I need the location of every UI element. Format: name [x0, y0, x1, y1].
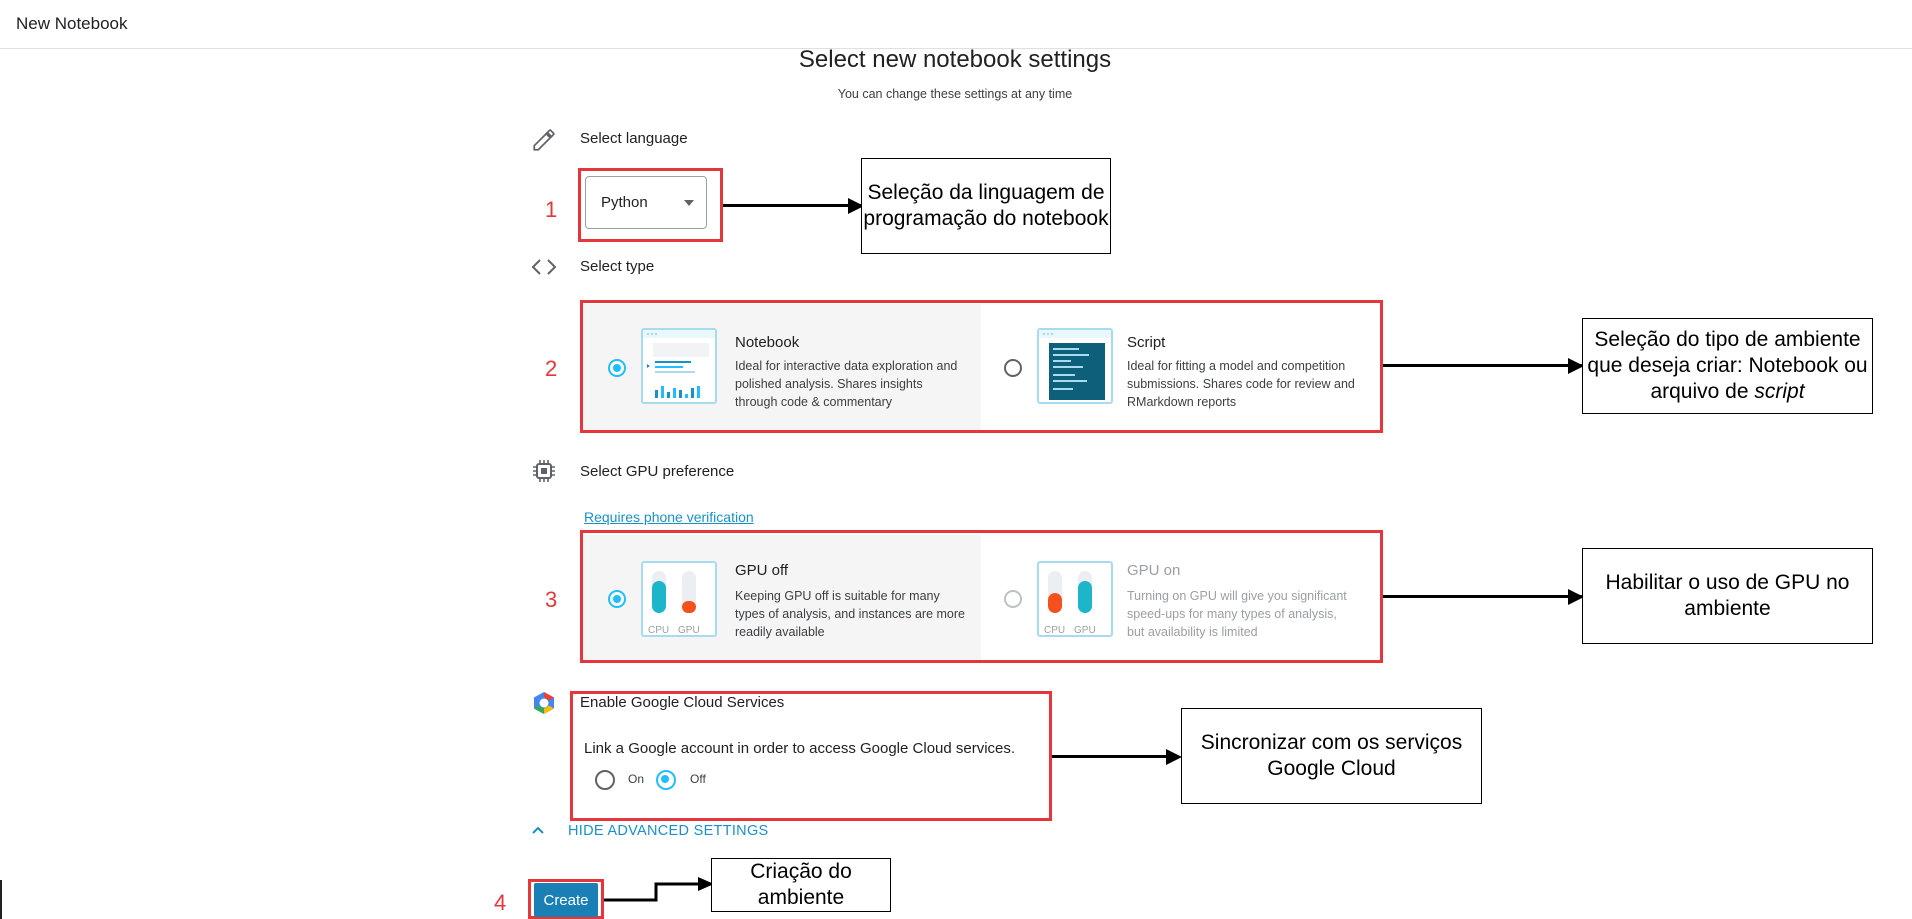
annotation-number-2: 2 [545, 356, 558, 381]
gpu-label: Select GPU preference [580, 463, 735, 480]
callout-language: Seleção da linguagem de programação do n… [861, 158, 1111, 254]
annotation-box-3 [580, 530, 1383, 663]
top-bar: New Notebook [0, 0, 1912, 49]
annotation-number-4: 4 [494, 890, 507, 915]
chip-icon [531, 458, 557, 484]
callout-cloud: Sincronizar com os serviços Google Cloud [1181, 708, 1482, 804]
annotation-number-3: 3 [545, 587, 558, 612]
callout-type-text: Seleção do tipo de ambiente que deseja c… [1587, 328, 1868, 403]
page-title: Select new notebook settings [798, 46, 1112, 73]
create-button[interactable]: Create [534, 883, 598, 917]
annotation-arrow [604, 876, 714, 906]
callout-type-emphasis: script [1754, 380, 1805, 403]
language-label: Select language [580, 130, 688, 147]
annotation-arrowhead [1166, 749, 1182, 765]
annotation-arrow [1383, 364, 1583, 367]
type-label: Select type [580, 258, 655, 275]
hide-advanced-settings-toggle[interactable]: HIDE ADVANCED SETTINGS [568, 823, 769, 839]
window-title: New Notebook [16, 14, 128, 33]
annotation-arrow [1383, 595, 1583, 598]
annotation-number-1: 1 [545, 197, 558, 222]
language-select-value: Python [601, 194, 648, 211]
page-subtitle: You can change these settings at any tim… [837, 87, 1073, 101]
annotation-arrow [723, 204, 863, 207]
chevron-up-icon[interactable] [530, 823, 546, 835]
phone-verification-link[interactable]: Requires phone verification [584, 509, 754, 525]
annotation-arrow [1052, 755, 1172, 758]
annotation-box-cloud [570, 691, 1052, 821]
callout-type: Seleção do tipo de ambiente que deseja c… [1582, 318, 1873, 414]
language-select[interactable]: Python [585, 176, 707, 229]
chevron-down-icon [684, 200, 694, 206]
left-edge-divider [0, 880, 2, 919]
google-cloud-icon [531, 690, 557, 716]
callout-create: Criação do ambiente [711, 858, 891, 912]
callout-gpu: Habilitar o uso de GPU no ambiente [1582, 548, 1873, 644]
pencil-icon [531, 127, 557, 153]
annotation-box-2 [580, 300, 1383, 433]
code-icon [531, 256, 557, 278]
